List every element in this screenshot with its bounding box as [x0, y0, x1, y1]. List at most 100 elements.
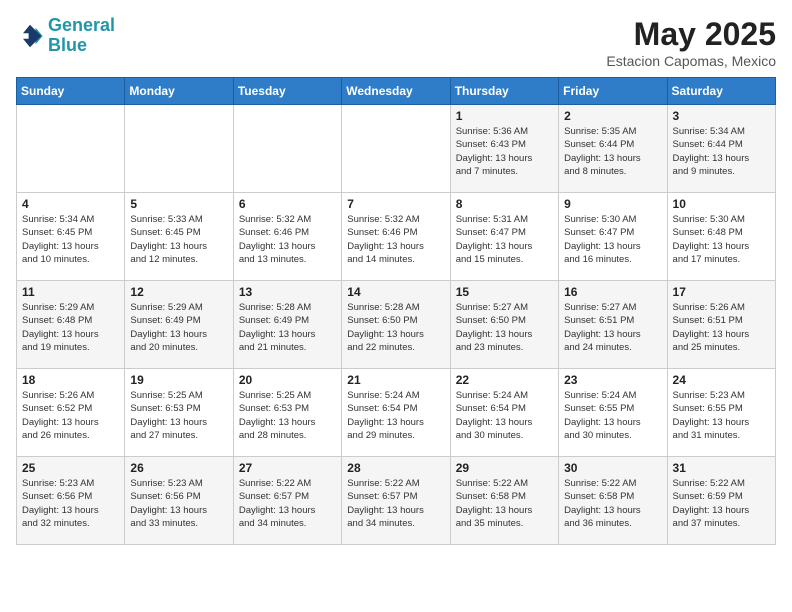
day-number: 5	[130, 197, 227, 211]
day-number: 21	[347, 373, 444, 387]
day-number: 8	[456, 197, 553, 211]
day-number: 18	[22, 373, 119, 387]
calendar-cell: 20Sunrise: 5:25 AM Sunset: 6:53 PM Dayli…	[233, 369, 341, 457]
calendar-cell: 8 Sunrise: 5:31 AM Sunset: 6:47 PM Daylig…	[450, 193, 558, 281]
calendar-cell: 27Sunrise: 5:22 AM Sunset: 6:57 PM Dayli…	[233, 457, 341, 545]
day-number: 30	[564, 461, 661, 475]
day-number: 1	[456, 109, 553, 123]
calendar-cell: 2 Sunrise: 5:35 AM Sunset: 6:44 PM Daylig…	[559, 105, 667, 193]
cell-info: Sunrise: 5:24 AM Sunset: 6:55 PM Dayligh…	[564, 389, 661, 442]
calendar-cell: 23 Sunrise: 5:24 AM Sunset: 6:55 PM Dayli…	[559, 369, 667, 457]
calendar-cell: 17Sunrise: 5:26 AM Sunset: 6:51 PM Dayli…	[667, 281, 775, 369]
weekday-header-saturday: Saturday	[667, 78, 775, 105]
day-number: 9	[564, 197, 661, 211]
cell-info: Sunrise: 5:33 AM Sunset: 6:45 PM Dayligh…	[130, 213, 227, 266]
weekday-header-wednesday: Wednesday	[342, 78, 450, 105]
calendar-cell	[342, 105, 450, 193]
cell-info: Sunrise: 5:35 AM Sunset: 6:44 PM Dayligh…	[564, 125, 661, 178]
cell-info: Sunrise: 5:29 AM Sunset: 6:49 PM Dayligh…	[130, 301, 227, 354]
calendar-cell: 22Sunrise: 5:24 AM Sunset: 6:54 PM Dayli…	[450, 369, 558, 457]
cell-info: Sunrise: 5:31 AM Sunset: 6:47 PM Dayligh…	[456, 213, 553, 266]
cell-info: Sunrise: 5:22 AM Sunset: 6:59 PM Dayligh…	[673, 477, 770, 530]
calendar-cell: 12 Sunrise: 5:29 AM Sunset: 6:49 PM Dayli…	[125, 281, 233, 369]
day-number: 15	[456, 285, 553, 299]
day-number: 13	[239, 285, 336, 299]
calendar-cell	[233, 105, 341, 193]
cell-info: Sunrise: 5:34 AM Sunset: 6:44 PM Dayligh…	[673, 125, 770, 178]
cell-info: Sunrise: 5:32 AM Sunset: 6:46 PM Dayligh…	[239, 213, 336, 266]
day-number: 7	[347, 197, 444, 211]
day-number: 23	[564, 373, 661, 387]
calendar-cell: 30 Sunrise: 5:22 AM Sunset: 6:58 PM Dayli…	[559, 457, 667, 545]
day-number: 31	[673, 461, 770, 475]
day-number: 27	[239, 461, 336, 475]
calendar-cell: 9 Sunrise: 5:30 AM Sunset: 6:47 PM Daylig…	[559, 193, 667, 281]
cell-info: Sunrise: 5:29 AM Sunset: 6:48 PM Dayligh…	[22, 301, 119, 354]
weekday-header-tuesday: Tuesday	[233, 78, 341, 105]
cell-info: Sunrise: 5:34 AM Sunset: 6:45 PM Dayligh…	[22, 213, 119, 266]
cell-info: Sunrise: 5:30 AM Sunset: 6:48 PM Dayligh…	[673, 213, 770, 266]
cell-info: Sunrise: 5:25 AM Sunset: 6:53 PM Dayligh…	[130, 389, 227, 442]
day-number: 11	[22, 285, 119, 299]
day-number: 24	[673, 373, 770, 387]
day-number: 26	[130, 461, 227, 475]
logo: General Blue	[16, 16, 115, 56]
calendar-cell: 5 Sunrise: 5:33 AM Sunset: 6:45 PM Daylig…	[125, 193, 233, 281]
calendar-cell: 3 Sunrise: 5:34 AM Sunset: 6:44 PM Daylig…	[667, 105, 775, 193]
cell-info: Sunrise: 5:27 AM Sunset: 6:50 PM Dayligh…	[456, 301, 553, 354]
month-year-title: May 2025	[606, 16, 776, 53]
weekday-header-friday: Friday	[559, 78, 667, 105]
logo-icon	[16, 22, 44, 50]
calendar-cell: 7 Sunrise: 5:32 AM Sunset: 6:46 PM Daylig…	[342, 193, 450, 281]
calendar-week-row: 18 Sunrise: 5:26 AM Sunset: 6:52 PM Dayli…	[17, 369, 776, 457]
calendar-cell: 15 Sunrise: 5:27 AM Sunset: 6:50 PM Dayli…	[450, 281, 558, 369]
cell-info: Sunrise: 5:22 AM Sunset: 6:57 PM Dayligh…	[347, 477, 444, 530]
weekday-header-row: SundayMondayTuesdayWednesdayThursdayFrid…	[17, 78, 776, 105]
calendar-cell: 21 Sunrise: 5:24 AM Sunset: 6:54 PM Dayli…	[342, 369, 450, 457]
day-number: 4	[22, 197, 119, 211]
cell-info: Sunrise: 5:36 AM Sunset: 6:43 PM Dayligh…	[456, 125, 553, 178]
cell-info: Sunrise: 5:24 AM Sunset: 6:54 PM Dayligh…	[456, 389, 553, 442]
calendar-cell: 16Sunrise: 5:27 AM Sunset: 6:51 PM Dayli…	[559, 281, 667, 369]
day-number: 14	[347, 285, 444, 299]
day-number: 20	[239, 373, 336, 387]
calendar-cell: 28 Sunrise: 5:22 AM Sunset: 6:57 PM Dayli…	[342, 457, 450, 545]
calendar-cell: 24 Sunrise: 5:23 AM Sunset: 6:55 PM Dayli…	[667, 369, 775, 457]
calendar-cell: 18 Sunrise: 5:26 AM Sunset: 6:52 PM Dayli…	[17, 369, 125, 457]
location-subtitle: Estacion Capomas, Mexico	[606, 53, 776, 69]
calendar-cell: 25Sunrise: 5:23 AM Sunset: 6:56 PM Dayli…	[17, 457, 125, 545]
calendar-week-row: 4 Sunrise: 5:34 AM Sunset: 6:45 PM Daylig…	[17, 193, 776, 281]
cell-info: Sunrise: 5:28 AM Sunset: 6:49 PM Dayligh…	[239, 301, 336, 354]
day-number: 29	[456, 461, 553, 475]
day-number: 3	[673, 109, 770, 123]
day-number: 2	[564, 109, 661, 123]
calendar-cell: 11 Sunrise: 5:29 AM Sunset: 6:48 PM Dayli…	[17, 281, 125, 369]
cell-info: Sunrise: 5:26 AM Sunset: 6:52 PM Dayligh…	[22, 389, 119, 442]
calendar-cell: 31 Sunrise: 5:22 AM Sunset: 6:59 PM Dayli…	[667, 457, 775, 545]
calendar-cell: 26Sunrise: 5:23 AM Sunset: 6:56 PM Dayli…	[125, 457, 233, 545]
day-number: 6	[239, 197, 336, 211]
cell-info: Sunrise: 5:30 AM Sunset: 6:47 PM Dayligh…	[564, 213, 661, 266]
day-number: 28	[347, 461, 444, 475]
cell-info: Sunrise: 5:24 AM Sunset: 6:54 PM Dayligh…	[347, 389, 444, 442]
cell-info: Sunrise: 5:32 AM Sunset: 6:46 PM Dayligh…	[347, 213, 444, 266]
cell-info: Sunrise: 5:27 AM Sunset: 6:51 PM Dayligh…	[564, 301, 661, 354]
calendar-cell	[17, 105, 125, 193]
weekday-header-monday: Monday	[125, 78, 233, 105]
calendar-cell	[125, 105, 233, 193]
calendar-table: SundayMondayTuesdayWednesdayThursdayFrid…	[16, 77, 776, 545]
cell-info: Sunrise: 5:23 AM Sunset: 6:56 PM Dayligh…	[22, 477, 119, 530]
weekday-header-thursday: Thursday	[450, 78, 558, 105]
calendar-cell: 29Sunrise: 5:22 AM Sunset: 6:58 PM Dayli…	[450, 457, 558, 545]
calendar-week-row: 25Sunrise: 5:23 AM Sunset: 6:56 PM Dayli…	[17, 457, 776, 545]
calendar-cell: 10 Sunrise: 5:30 AM Sunset: 6:48 PM Dayli…	[667, 193, 775, 281]
calendar-cell: 1 Sunrise: 5:36 AM Sunset: 6:43 PM Daylig…	[450, 105, 558, 193]
calendar-cell: 4 Sunrise: 5:34 AM Sunset: 6:45 PM Daylig…	[17, 193, 125, 281]
day-number: 12	[130, 285, 227, 299]
day-number: 17	[673, 285, 770, 299]
cell-info: Sunrise: 5:28 AM Sunset: 6:50 PM Dayligh…	[347, 301, 444, 354]
cell-info: Sunrise: 5:22 AM Sunset: 6:58 PM Dayligh…	[564, 477, 661, 530]
cell-info: Sunrise: 5:23 AM Sunset: 6:55 PM Dayligh…	[673, 389, 770, 442]
day-number: 10	[673, 197, 770, 211]
day-number: 19	[130, 373, 227, 387]
